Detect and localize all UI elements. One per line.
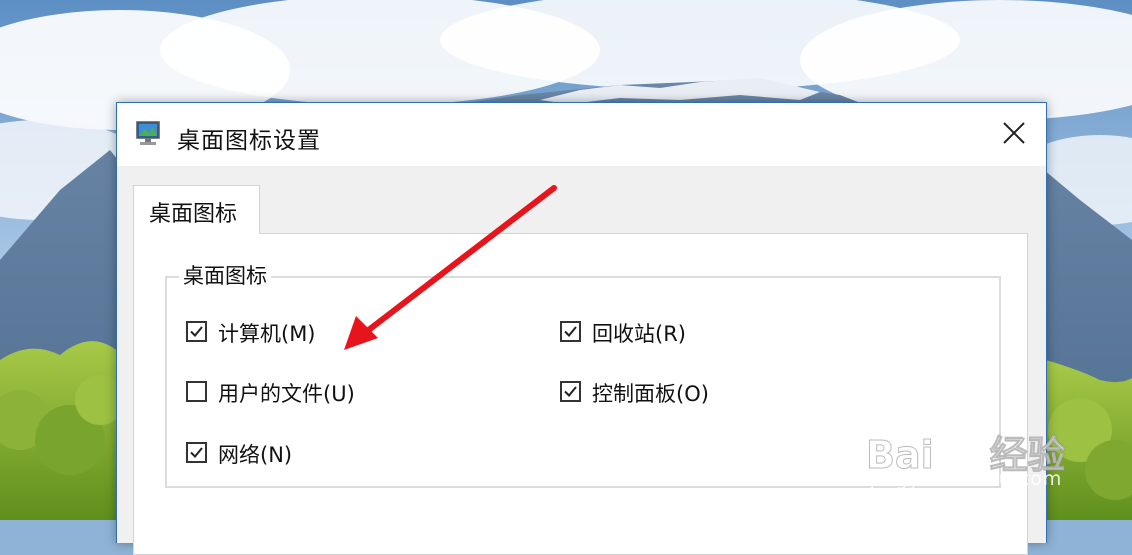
- checkbox-box[interactable]: [186, 381, 207, 402]
- checkbox-box[interactable]: [186, 321, 207, 342]
- checkbox-box[interactable]: [560, 321, 581, 342]
- checkbox-label: 网络(N): [218, 443, 293, 467]
- app-icon: [135, 119, 163, 149]
- checkbox-label: 控制面板(O): [592, 382, 709, 406]
- dialog-title: 桌面图标设置: [177, 128, 321, 154]
- checkmark-icon: [190, 447, 203, 458]
- checkmark-icon: [190, 326, 203, 337]
- checkbox-label: 用户的文件(U): [218, 382, 355, 406]
- checkbox-label: 计算机(M): [218, 322, 316, 346]
- title-bar[interactable]: 桌面图标设置: [117, 103, 1046, 166]
- checkmark-icon: [564, 386, 577, 397]
- checkbox-box[interactable]: [560, 381, 581, 402]
- tab-panel: 桌面图标 计算机(M) 用户的文件(U) 网络(N) 回收站(R) 控制面板(O…: [133, 233, 1028, 555]
- tab-label: 桌面图标: [149, 202, 238, 227]
- groupbox-label: 桌面图标: [179, 260, 271, 290]
- checkmark-icon: [564, 326, 577, 337]
- close-icon: [1003, 122, 1025, 144]
- close-button[interactable]: [984, 103, 1046, 166]
- checkbox-label: 回收站(R): [592, 322, 686, 346]
- checkbox-box[interactable]: [186, 442, 207, 463]
- tab-desktop-icons[interactable]: 桌面图标: [133, 185, 260, 234]
- desktop-icons-groupbox: 桌面图标 计算机(M) 用户的文件(U) 网络(N) 回收站(R) 控制面板(O…: [165, 260, 1001, 488]
- desktop-icon-settings-dialog: 桌面图标设置 桌面图标 桌面图标 计算机(M) 用户的文件(U) 网络(N) 回…: [116, 102, 1047, 555]
